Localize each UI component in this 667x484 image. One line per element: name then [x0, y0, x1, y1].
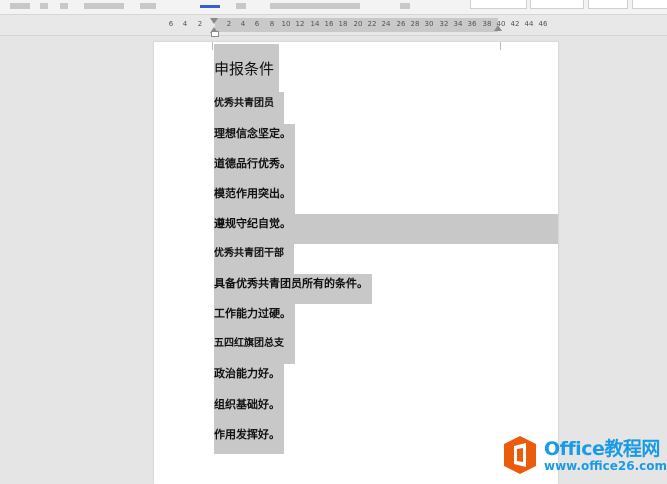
paragraph-line[interactable]: 遵规守纪自觉。	[214, 216, 291, 232]
paragraph-line[interactable]: 模范作用突出。	[214, 186, 291, 202]
heading-text[interactable]: 申报条件	[214, 58, 274, 80]
right-indent-marker[interactable]	[494, 25, 502, 31]
ruler-tick: 38	[482, 20, 492, 28]
toolbar-button[interactable]	[140, 3, 156, 9]
toolbar-button[interactable]	[236, 3, 246, 9]
ruler-tick: 44	[524, 20, 534, 28]
office-logo-icon	[504, 436, 536, 474]
toolbar-button[interactable]	[400, 3, 410, 9]
ruler-tick: 4	[240, 20, 246, 28]
toolbar-button[interactable]	[40, 3, 48, 9]
paragraph-line[interactable]: 政治能力好。	[214, 366, 280, 382]
ribbon-toolbar	[0, 0, 667, 15]
toolbar-button[interactable]	[60, 3, 68, 9]
ruler-tick: 2	[197, 20, 203, 28]
paragraph-line[interactable]: 优秀共青团员	[214, 96, 274, 112]
style-gallery-item[interactable]	[632, 0, 667, 9]
ruler-tick: 6	[168, 20, 174, 28]
paragraph-line[interactable]: 组织基础好。	[214, 397, 280, 413]
ruler-tick: 36	[467, 20, 477, 28]
ruler-tick: 28	[410, 20, 420, 28]
paragraph-line[interactable]: 具备优秀共青团员所有的条件。	[214, 276, 368, 292]
font-color-indicator[interactable]	[200, 5, 220, 8]
ruler-tick: 2	[226, 20, 232, 28]
ruler-tick: 10	[281, 20, 291, 28]
paragraph-line[interactable]: 道德品行优秀。	[214, 156, 291, 172]
ruler-tick: 24	[381, 20, 391, 28]
toolbar-button[interactable]	[84, 3, 124, 9]
ruler-tick: 46	[538, 20, 548, 28]
paragraph-line[interactable]: 五四红旗团总支	[214, 336, 284, 352]
ruler-tick: 18	[338, 20, 348, 28]
ruler-tick: 32	[439, 20, 449, 28]
ruler-tick: 30	[424, 20, 434, 28]
watermark-url: www.office26.com	[544, 459, 667, 473]
style-gallery-item[interactable]	[470, 0, 527, 9]
ruler-tick: 16	[324, 20, 334, 28]
paragraph-line[interactable]: 工作能力过硬。	[214, 306, 291, 322]
crop-mark	[204, 42, 213, 50]
ruler-tick: 34	[453, 20, 463, 28]
ruler-tick: 20	[353, 20, 363, 28]
left-indent-marker[interactable]	[211, 31, 219, 37]
horizontal-ruler[interactable]: 6 4 2 2 4 6 8 10 12 14 16 18 20 22 24 26…	[0, 15, 667, 36]
ruler-tick: 4	[182, 20, 188, 28]
ruler-tick: 12	[295, 20, 305, 28]
ruler-tick: 8	[269, 20, 275, 28]
ruler-tick: 42	[510, 20, 520, 28]
site-watermark: Office教程网 www.office26.com	[500, 433, 667, 479]
toolbar-button[interactable]	[10, 3, 30, 9]
paragraph-line[interactable]: 作用发挥好。	[214, 427, 280, 443]
watermark-brand: Office教程网	[544, 438, 660, 460]
first-line-indent-marker[interactable]	[210, 18, 218, 24]
paragraph-line[interactable]: 优秀共青团干部	[214, 246, 284, 262]
ruler-tick: 6	[254, 20, 260, 28]
paragraph-line[interactable]: 理想信念坚定。	[214, 126, 291, 142]
ruler-tick: 26	[396, 20, 406, 28]
crop-mark	[500, 42, 509, 50]
ruler-tick: 14	[310, 20, 320, 28]
style-gallery-item[interactable]	[530, 0, 584, 9]
style-gallery-item[interactable]	[588, 0, 628, 9]
ruler-tick: 22	[367, 20, 377, 28]
toolbar-button[interactable]	[270, 3, 360, 9]
